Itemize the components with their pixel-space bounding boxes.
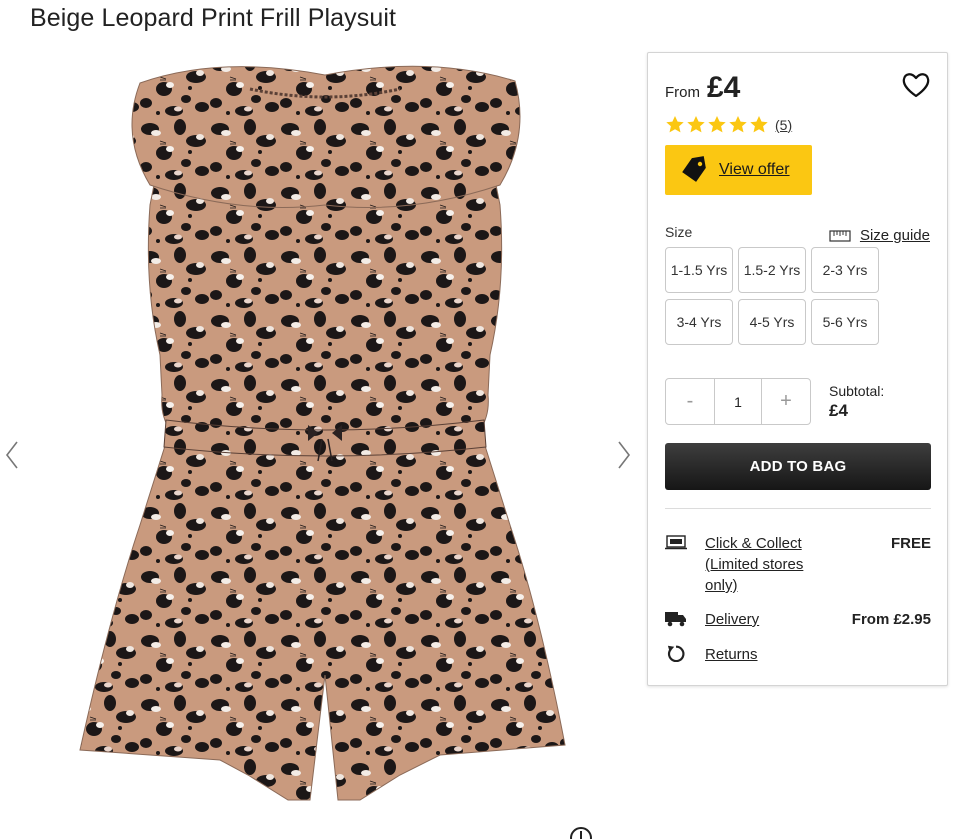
size-guide-link[interactable]: Size guide <box>829 227 930 244</box>
size-option[interactable]: 1.5-2 Yrs <box>738 247 806 293</box>
rating-row: (5) <box>665 115 792 134</box>
buy-box: From £4 (5) View offer Size Size guide 1… <box>647 52 948 686</box>
subtotal-value: £4 <box>829 401 848 420</box>
zoom-icon[interactable] <box>568 825 594 839</box>
size-guide-label: Size guide <box>859 227 930 244</box>
star-icon <box>708 116 726 133</box>
star-icon <box>687 116 705 133</box>
quantity-increase-button[interactable]: + <box>762 379 810 424</box>
view-offer-button[interactable]: View offer <box>665 145 812 195</box>
click-collect-icon <box>665 535 687 550</box>
ruler-icon <box>829 229 851 242</box>
delivery-price: From £2.95 <box>851 611 931 628</box>
size-option[interactable]: 2-3 Yrs <box>811 247 879 293</box>
size-option[interactable]: 4-5 Yrs <box>738 299 806 345</box>
returns-icon <box>667 645 685 662</box>
star-icon <box>750 116 768 133</box>
quantity-input[interactable]: 1 <box>714 379 762 424</box>
price-value: £4 <box>707 71 741 104</box>
add-to-bag-button[interactable]: ADD TO BAG <box>665 443 931 490</box>
delivery-row: Delivery From £2.95 <box>665 609 931 630</box>
click-collect-link[interactable]: Click & Collect (Limited stores only) <box>705 533 815 596</box>
returns-row: Returns <box>665 644 931 665</box>
gallery-next-button[interactable] <box>612 435 636 475</box>
star-icon <box>729 116 747 133</box>
delivery-link[interactable]: Delivery <box>705 609 759 630</box>
product-gallery <box>0 45 640 839</box>
product-image[interactable] <box>70 55 580 810</box>
price-row: From £4 <box>665 71 740 105</box>
size-option[interactable]: 1-1.5 Yrs <box>665 247 733 293</box>
star-icon <box>666 116 684 133</box>
price-tag-icon <box>682 156 706 182</box>
subtotal-label: Subtotal: <box>829 383 885 399</box>
size-label: Size <box>665 224 693 240</box>
chevron-left-icon <box>5 441 18 469</box>
divider <box>665 508 931 509</box>
gallery-prev-button[interactable] <box>0 435 24 475</box>
star-rating <box>665 115 769 134</box>
size-options: 1-1.5 Yrs 1.5-2 Yrs 2-3 Yrs 3-4 Yrs 4-5 … <box>665 247 885 345</box>
subtotal: Subtotal: £4 <box>829 383 884 421</box>
quantity-stepper: - 1 + <box>665 378 811 425</box>
price-prefix: From <box>665 84 700 101</box>
product-page: Beige Leopard Print Frill Playsuit From … <box>0 0 957 839</box>
view-offer-label: View offer <box>719 161 790 178</box>
size-option[interactable]: 3-4 Yrs <box>665 299 733 345</box>
heart-icon[interactable] <box>901 71 931 99</box>
returns-link[interactable]: Returns <box>705 644 758 665</box>
size-option[interactable]: 5-6 Yrs <box>811 299 879 345</box>
click-collect-price: FREE <box>890 535 931 552</box>
chevron-right-icon <box>618 441 631 469</box>
review-count-link[interactable]: (5) <box>775 117 792 133</box>
quantity-decrease-button[interactable]: - <box>666 379 714 424</box>
click-collect-row: Click & Collect (Limited stores only) FR… <box>665 533 931 596</box>
truck-icon <box>665 612 686 627</box>
product-title: Beige Leopard Print Frill Playsuit <box>30 4 397 32</box>
